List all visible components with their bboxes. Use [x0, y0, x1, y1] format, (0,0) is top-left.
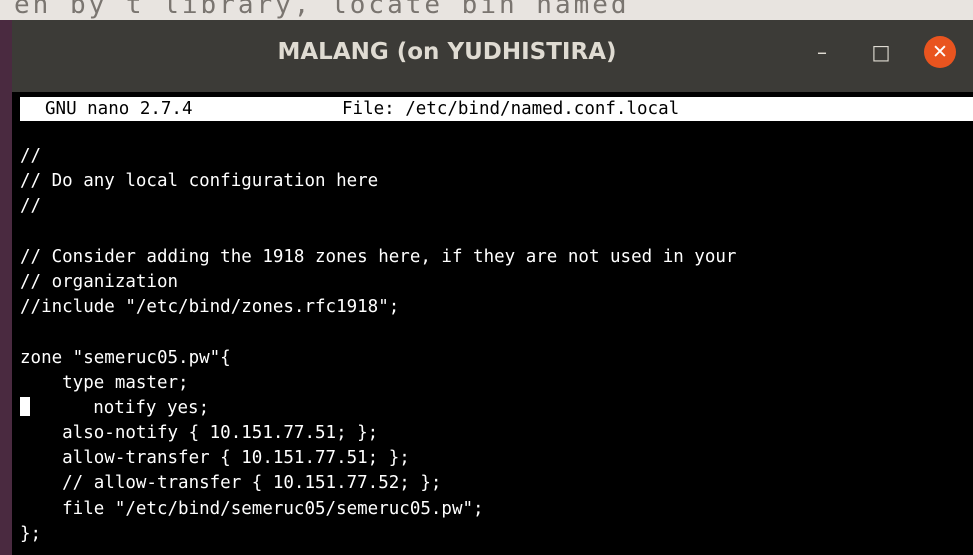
terminal-area[interactable]: GNU nano 2.7.4 File: /etc/bind/named.con…	[12, 92, 973, 555]
text-cursor	[20, 396, 30, 416]
background-window-strip: en by t library, locate bin named	[0, 0, 973, 20]
minimize-icon[interactable]: –	[806, 36, 838, 68]
editor-line: // Do any local configuration here	[20, 171, 379, 192]
nano-version: GNU nano 2.7.4	[45, 99, 193, 119]
editor-line-cursor: notify yes;	[20, 396, 970, 421]
editor-line: //	[20, 146, 42, 166]
terminal-window: MALANG (on YUDHISTIRA) – □ ✕ GNU nano 2.…	[12, 20, 973, 555]
editor-line: also-notify { 10.151.77.51; };	[20, 423, 379, 444]
editor-content[interactable]: // // Do any local configuration here //…	[20, 144, 970, 547]
editor-line: //include "/etc/bind/zones.rfc1918";	[20, 297, 400, 318]
editor-line: allow-transfer { 10.151.77.51; };	[20, 448, 410, 469]
editor-line: zone "semeruc05.pw"{	[20, 347, 231, 368]
nano-header-bar: GNU nano 2.7.4 File: /etc/bind/named.con…	[20, 97, 973, 121]
editor-line-text: notify yes;	[30, 397, 210, 418]
nano-file-name: File: /etc/bind/named.conf.local	[342, 99, 680, 119]
maximize-icon[interactable]: □	[865, 36, 897, 68]
background-text: en by t library, locate bin named	[14, 0, 630, 20]
window-titlebar[interactable]: MALANG (on YUDHISTIRA) – □ ✕	[12, 20, 973, 93]
desktop-edge	[0, 20, 12, 555]
editor-line: // Consider adding the 1918 zones here, …	[20, 246, 737, 267]
close-icon[interactable]: ✕	[924, 36, 956, 68]
editor-line: };	[20, 523, 42, 544]
window-title: MALANG (on YUDHISTIRA)	[277, 39, 617, 65]
editor-line: file "/etc/bind/semeruc05/semeruc05.pw";	[20, 498, 484, 519]
editor-line: //	[20, 196, 42, 217]
editor-line: type master;	[20, 372, 189, 393]
editor-line: // organization	[20, 271, 179, 292]
editor-line: // allow-transfer { 10.151.77.52; };	[20, 473, 442, 494]
